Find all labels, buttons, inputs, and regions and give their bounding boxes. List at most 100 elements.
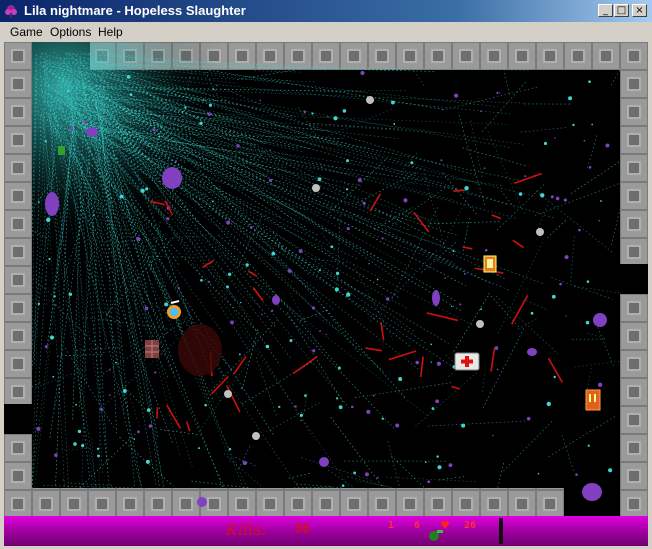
particle (337, 366, 341, 370)
blood-streak (156, 407, 159, 419)
particle (240, 301, 242, 304)
particle (46, 217, 51, 223)
particle (69, 126, 74, 131)
particle (259, 99, 262, 102)
particle (261, 313, 263, 316)
particle (226, 285, 229, 289)
particle (398, 376, 403, 381)
particle (271, 251, 276, 256)
particle (346, 226, 350, 231)
particle (564, 255, 569, 260)
title-bar: Lila nightmare - Hopeless Slaughter _ □ … (0, 0, 652, 22)
particle (450, 305, 453, 308)
grenade-icon (429, 530, 443, 541)
particle (464, 186, 469, 191)
particle (597, 382, 603, 388)
medkit-icon (454, 352, 480, 371)
minimize-button[interactable]: _ (598, 4, 613, 17)
maximize-button[interactable]: □ (614, 4, 629, 17)
particle (436, 455, 439, 458)
game-arena[interactable] (4, 42, 648, 516)
particle (140, 188, 145, 193)
close-button[interactable]: × (632, 4, 647, 17)
particle (53, 295, 56, 298)
particle (440, 159, 443, 162)
particle (108, 394, 111, 396)
particle (43, 101, 46, 103)
menu-bar: Game Options Help (0, 22, 652, 42)
menu-options[interactable]: Options (50, 25, 91, 39)
particle (496, 91, 499, 94)
particle (245, 263, 249, 267)
particle (271, 309, 274, 312)
particle (553, 375, 556, 379)
particle (54, 453, 58, 457)
wall-gap-left (4, 404, 32, 434)
particle (300, 419, 302, 422)
particle (164, 302, 169, 307)
particle (530, 311, 534, 315)
bullet-orb (224, 390, 232, 398)
dark-blob (178, 324, 222, 376)
window-title: Lila nightmare - Hopeless Slaughter (24, 3, 246, 18)
particle (44, 345, 48, 349)
particle (55, 304, 57, 307)
particle (227, 272, 232, 276)
particle (598, 219, 601, 222)
lives-count: 26 (464, 520, 477, 531)
particle (357, 178, 362, 183)
particle (492, 434, 494, 437)
particle (591, 123, 593, 126)
particle (393, 123, 396, 125)
bullet-orb (536, 228, 544, 236)
particle (129, 93, 133, 97)
ammo-box-icon (483, 255, 497, 273)
particle (395, 423, 400, 428)
wall-left (4, 42, 32, 516)
particle (430, 343, 433, 346)
particle (368, 263, 370, 265)
particle (360, 70, 365, 76)
menu-help[interactable]: Help (98, 25, 123, 39)
particle (559, 282, 562, 286)
particle (289, 339, 293, 343)
particle (242, 460, 247, 466)
particle (268, 178, 273, 183)
particle (385, 297, 390, 301)
particle (133, 438, 136, 440)
particle (208, 280, 211, 284)
particle (555, 196, 560, 201)
particle (338, 405, 343, 410)
particle (269, 149, 272, 151)
particle (424, 461, 427, 464)
health-bar-fill (499, 520, 503, 544)
particle (97, 454, 100, 458)
particle (68, 292, 73, 296)
particle (435, 399, 440, 404)
particle (463, 272, 466, 275)
particle (459, 303, 462, 306)
particle (608, 468, 613, 473)
menu-game[interactable]: Game (10, 25, 43, 39)
arena-canvas (4, 42, 648, 516)
particle (578, 228, 581, 232)
particle (518, 192, 523, 196)
particle (318, 269, 321, 272)
particle (226, 220, 231, 225)
particle (37, 302, 41, 306)
particle (207, 112, 212, 116)
particle (346, 159, 350, 163)
particle (600, 200, 602, 202)
particle (240, 387, 243, 389)
particle (148, 424, 153, 428)
particle (346, 292, 351, 297)
blood-streak (453, 189, 464, 193)
particle (333, 116, 338, 121)
particle (83, 120, 88, 125)
particle (551, 294, 556, 299)
particle (75, 403, 77, 406)
particle (546, 401, 551, 407)
particle (36, 426, 41, 431)
bullet-orb (476, 320, 484, 328)
particle (158, 135, 161, 138)
